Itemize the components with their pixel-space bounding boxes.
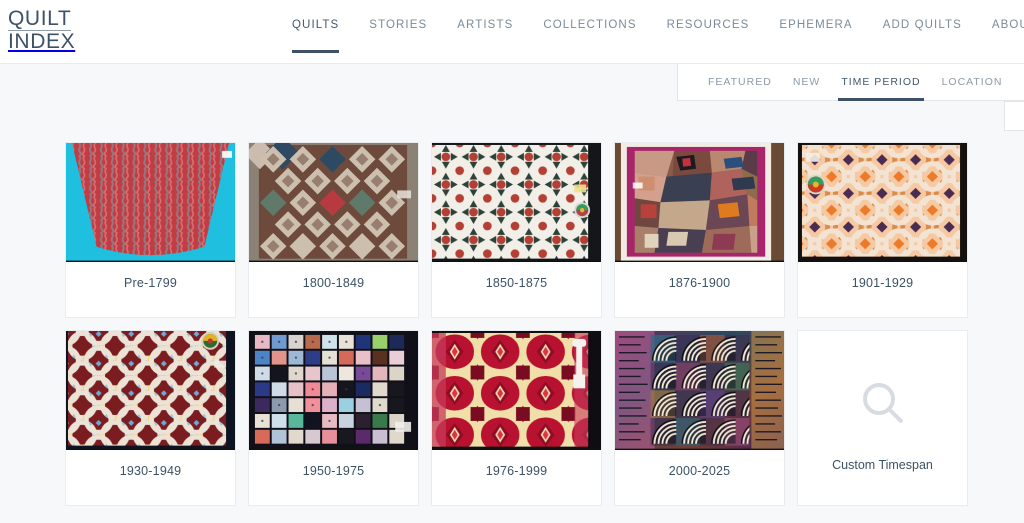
custom-timespan-card[interactable]: Custom Timespan	[797, 330, 968, 506]
card-label: 1901-1929	[851, 275, 914, 290]
subnav-item-location[interactable]: LOCATION	[942, 64, 1003, 101]
logo-line-index: INDEX	[8, 31, 75, 52]
time-period-card-1800-1849[interactable]: 1800-1849	[248, 142, 419, 318]
search-icon	[859, 379, 907, 432]
nav-item-about[interactable]: ABOUT	[992, 0, 1024, 50]
card-thumbnail	[615, 143, 784, 262]
quilt-image-1930-1949	[66, 331, 235, 449]
custom-timespan-label: Custom Timespan	[832, 457, 933, 472]
subnav-overflow-panel	[1004, 101, 1024, 131]
time-period-grid: Pre-1799 1800-1849 1850-1875 1876-1900 1…	[65, 142, 983, 506]
card-thumbnail	[798, 143, 967, 262]
nav-item-resources[interactable]: RESOURCES	[667, 0, 750, 50]
quilt-image-1901-1929	[798, 143, 967, 261]
card-thumbnail	[432, 331, 601, 450]
quilt-image-1850-1875	[432, 143, 601, 261]
time-period-card-1930-1949[interactable]: 1930-1949	[65, 330, 236, 506]
card-label: 2000-2025	[668, 463, 731, 478]
nav-item-stories[interactable]: STORIES	[369, 0, 427, 50]
logo-line-quilt: QUILT	[8, 7, 75, 32]
logo-text-index: INDEX	[8, 30, 76, 54]
card-thumbnail	[615, 331, 784, 450]
card-thumbnail	[249, 143, 418, 262]
subnav-item-new[interactable]: NEW	[793, 64, 821, 101]
card-thumbnail	[249, 331, 418, 450]
nav-item-ephemera[interactable]: EPHEMERA	[779, 0, 852, 50]
nav-item-quilts[interactable]: QUILTS	[292, 0, 340, 53]
card-label: 1850-1875	[485, 275, 548, 290]
logo-text-quilt: QUILT	[8, 7, 72, 30]
quilt-image-1800-1849	[249, 143, 418, 261]
time-period-card-1950-1975[interactable]: 1950-1975	[248, 330, 419, 506]
card-label: 1930-1949	[119, 463, 182, 478]
quilt-image-pre-1799	[66, 143, 235, 261]
quilt-image-1976-1999	[432, 331, 601, 449]
card-thumbnail	[66, 331, 235, 450]
time-period-card-1901-1929[interactable]: 1901-1929	[797, 142, 968, 318]
time-period-card-1976-1999[interactable]: 1976-1999	[431, 330, 602, 506]
card-label: 1876-1900	[668, 275, 731, 290]
time-period-card-2000-2025[interactable]: 2000-2025	[614, 330, 785, 506]
card-thumbnail	[432, 143, 601, 262]
card-label: 1800-1849	[302, 275, 365, 290]
nav-item-add-quilts[interactable]: ADD QUILTS	[883, 0, 962, 50]
card-label: 1976-1999	[485, 463, 548, 478]
time-period-card-pre-1799[interactable]: Pre-1799	[65, 142, 236, 318]
site-logo[interactable]: QUILT INDEX	[8, 8, 75, 53]
subnav-item-time-period[interactable]: TIME PERIOD	[838, 64, 924, 101]
quilt-image-1876-1900	[615, 143, 784, 261]
quilt-image-1950-1975	[249, 331, 418, 449]
subnav-item-featured[interactable]: FEATURED	[708, 64, 772, 101]
quilt-image-2000-2025	[615, 331, 784, 449]
nav-item-artists[interactable]: ARTISTS	[457, 0, 513, 50]
quilts-subnavigation: FEATURED NEW TIME PERIOD LOCATION PATTER…	[677, 64, 1024, 101]
main-navigation: QUILTS STORIES ARTISTS COLLECTIONS RESOU…	[292, 0, 1024, 53]
site-header: QUILT INDEX QUILTS STORIES ARTISTS COLLE…	[0, 0, 1024, 64]
nav-item-collections[interactable]: COLLECTIONS	[543, 0, 636, 50]
card-thumbnail	[66, 143, 235, 262]
time-period-card-1876-1900[interactable]: 1876-1900	[614, 142, 785, 318]
time-period-card-1850-1875[interactable]: 1850-1875	[431, 142, 602, 318]
card-label: 1950-1975	[302, 463, 365, 478]
card-label: Pre-1799	[123, 275, 178, 290]
